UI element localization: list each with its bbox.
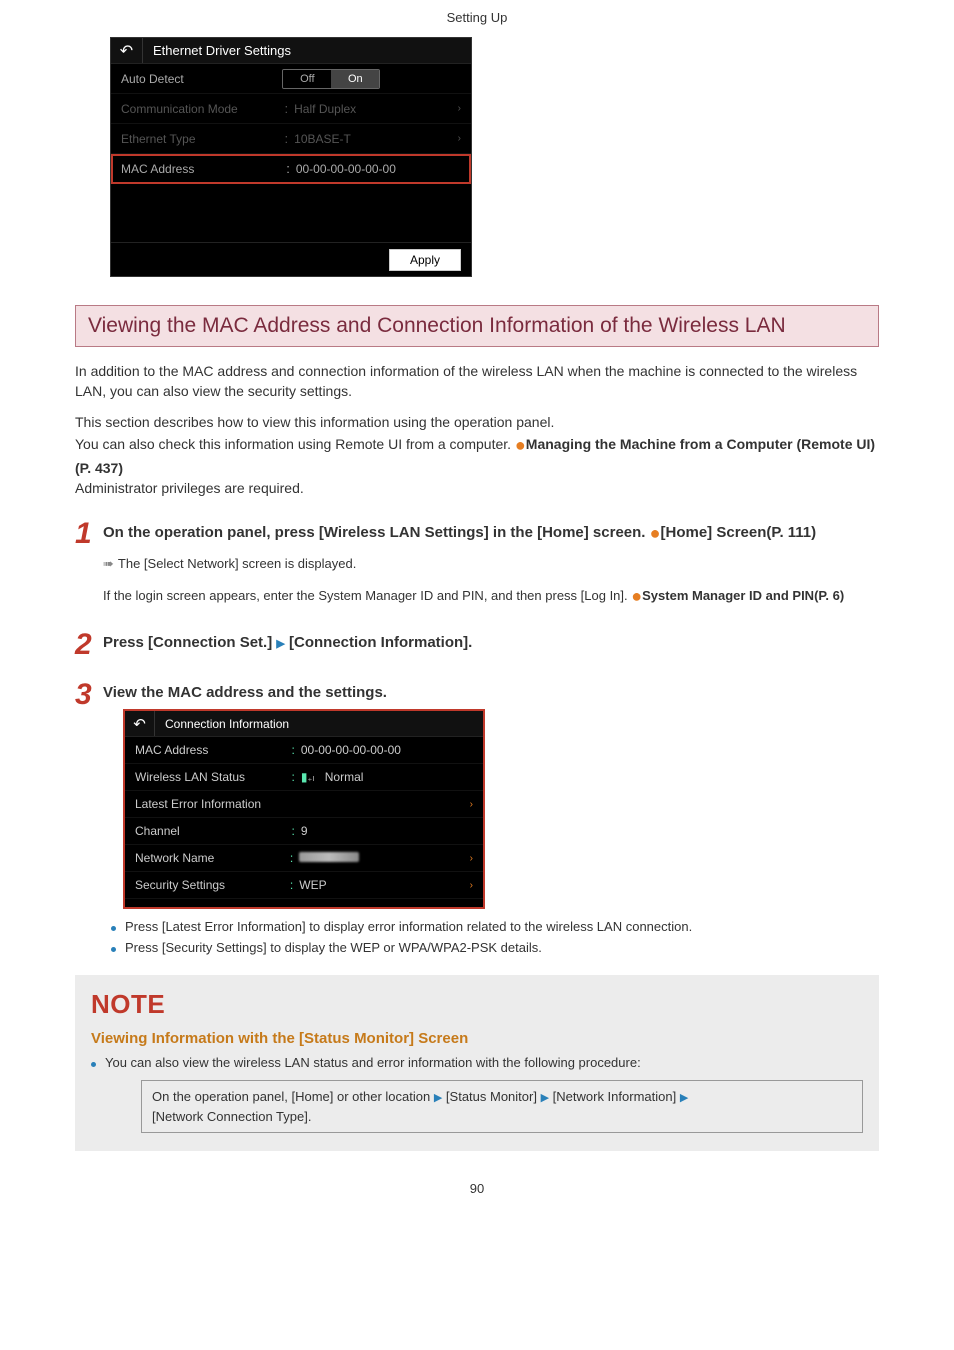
step-1: 1 On the operation panel, press [Wireles… [75, 519, 879, 611]
step-number-1: 1 [75, 519, 103, 611]
bullet-1: Press [Latest Error Information] to disp… [111, 919, 879, 934]
row-mac-address: MAC Address : 00-00-00-00-00-00 [111, 154, 471, 184]
chevron-right-icon: › [470, 880, 473, 891]
back-icon[interactable]: ↶ [111, 38, 143, 63]
ethernet-type-value: 10BASE-T [294, 132, 458, 146]
toggle-on[interactable]: On [331, 70, 379, 88]
triangle-right-icon: ▶ [541, 1092, 549, 1104]
step3-title: View the MAC address and the settings. [103, 684, 879, 701]
step3-bullets: Press [Latest Error Information] to disp… [111, 919, 879, 955]
step-2: 2 Press [Connection Set.] ▶ [Connection … [75, 630, 879, 660]
step1-title-link[interactable]: [Home] Screen(P. 111) [661, 524, 817, 541]
triangle-right-icon: ▶ [680, 1092, 688, 1104]
row-mac-address-2: MAC Address : 00-00-00-00-00-00 [125, 737, 483, 764]
proc-a: On the operation panel, [Home] or other … [152, 1089, 434, 1104]
page-header: Setting Up [75, 10, 879, 25]
proc-d: [Network Connection Type]. [152, 1109, 311, 1124]
step-number-2: 2 [75, 630, 103, 660]
row-network-name[interactable]: Network Name : › [125, 845, 483, 872]
note-bullet: You can also view the wireless LAN statu… [91, 1055, 863, 1070]
row-latest-error[interactable]: Latest Error Information : › [125, 791, 483, 818]
panel2-title: Connection Information [155, 717, 289, 731]
val: 00-00-00-00-00-00 [301, 743, 473, 757]
val: WEP [299, 878, 469, 892]
chevron-right-icon: › [470, 799, 473, 810]
mac-address-value: 00-00-00-00-00-00 [296, 162, 461, 176]
step1-title-pre: On the operation panel, press [Wireless … [103, 524, 650, 541]
section-heading: Viewing the MAC Address and Connection I… [75, 305, 879, 347]
apply-button[interactable]: Apply [389, 249, 461, 271]
lbl: Latest Error Information [135, 797, 290, 811]
page-number: 90 [75, 1181, 879, 1196]
auto-detect-label: Auto Detect [121, 72, 282, 86]
mac-address-label: MAC Address [121, 162, 286, 176]
chevron-right-icon: › [470, 853, 473, 864]
triangle-right-icon: ▶ [276, 638, 284, 650]
connection-info-panel: ↶ Connection Information MAC Address : 0… [123, 709, 485, 909]
row-wlan-status: Wireless LAN Status : ▮₊ı Normal [125, 764, 483, 791]
row-channel: Channel : 9 [125, 818, 483, 845]
intro3: Administrator privileges are required. [75, 480, 304, 496]
panel1-title: Ethernet Driver Settings [143, 43, 291, 58]
row-security-settings[interactable]: Security Settings : WEP › [125, 872, 483, 899]
step-3: 3 View the MAC address and the settings.… [75, 680, 879, 909]
link-icon: ● [650, 523, 661, 543]
chevron-right-icon: › [458, 103, 461, 114]
back-icon[interactable]: ↶ [125, 711, 155, 736]
intro2a: This section describes how to view this … [75, 414, 554, 430]
step-number-3: 3 [75, 680, 103, 909]
network-name-hidden [299, 852, 359, 862]
intro-paragraph-1: In addition to the MAC address and conne… [75, 361, 879, 402]
val: ▮₊ı Normal [301, 770, 473, 784]
lbl: Network Name [135, 851, 290, 865]
lbl: Wireless LAN Status [135, 770, 292, 784]
intro-paragraph-2: This section describes how to view this … [75, 412, 879, 499]
comm-mode-label: Communication Mode [121, 102, 285, 116]
note-procedure-box: On the operation panel, [Home] or other … [141, 1080, 863, 1133]
wlan-status-text: Normal [325, 770, 364, 784]
chevron-right-icon: › [458, 133, 461, 144]
toggle-off[interactable]: Off [283, 70, 331, 88]
step1-line2-link[interactable]: System Manager ID and PIN(P. 6) [642, 588, 844, 603]
row-comm-mode: Communication Mode : Half Duplex › [111, 94, 471, 124]
row-ethernet-type: Ethernet Type : 10BASE-T › [111, 124, 471, 154]
step2-title-a: Press [Connection Set.] [103, 634, 276, 651]
auto-detect-toggle[interactable]: Off On [282, 69, 380, 89]
intro2b-pre: You can also check this information usin… [75, 436, 515, 452]
step1-line1: The [Select Network] screen is displayed… [118, 556, 356, 571]
row-auto-detect[interactable]: Auto Detect Off On [111, 64, 471, 94]
lbl: Security Settings [135, 878, 290, 892]
link-icon: ● [631, 586, 642, 606]
proc-b: [Status Monitor] [442, 1089, 540, 1104]
result-arrow-icon: ➠ [103, 556, 118, 571]
note-title: NOTE [91, 989, 863, 1020]
bullet-2: Press [Security Settings] to display the… [111, 940, 879, 955]
step1-line2-pre: If the login screen appears, enter the S… [103, 588, 631, 603]
proc-c: [Network Information] [549, 1089, 680, 1104]
ethernet-settings-panel: ↶ Ethernet Driver Settings Auto Detect O… [110, 37, 472, 277]
lbl: Channel [135, 824, 292, 838]
val: 9 [301, 824, 473, 838]
note-subheading: Viewing Information with the [Status Mon… [91, 1030, 863, 1047]
comm-mode-value: Half Duplex [294, 102, 458, 116]
step2-title-b: [Connection Information]. [285, 634, 472, 651]
ethernet-type-label: Ethernet Type [121, 132, 285, 146]
lbl: MAC Address [135, 743, 292, 757]
note-block: NOTE Viewing Information with the [Statu… [75, 975, 879, 1151]
link-icon: ● [515, 435, 526, 455]
